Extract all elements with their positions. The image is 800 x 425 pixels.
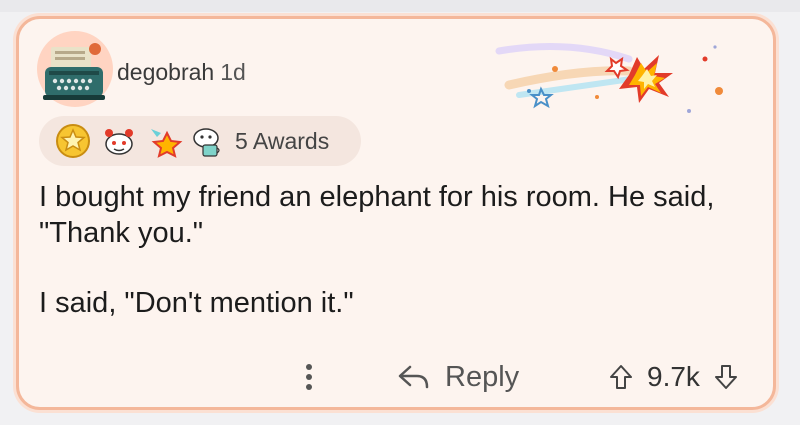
reply-label: Reply [445, 360, 520, 393]
awards-pill[interactable]: 5 Awards [39, 116, 361, 166]
top-strip [0, 0, 800, 12]
awards-count: 5 Awards [235, 128, 330, 154]
snoo-wholesome-award-icon [193, 128, 220, 157]
more-options-icon[interactable] [299, 357, 319, 397]
upvote-arrow-icon[interactable] [609, 364, 633, 390]
comment-body: I bought my friend an elephant for his r… [39, 179, 759, 355]
reply-button[interactable]: Reply [397, 357, 519, 397]
comment-age: 1d [220, 59, 246, 85]
shooting-star-banner [495, 43, 723, 113]
author-username[interactable]: degobrah [117, 59, 214, 85]
comment-actions: Reply 9.7k [19, 349, 773, 399]
comment-paragraph: I bought my friend an elephant for his r… [39, 181, 715, 249]
avatar[interactable] [35, 29, 115, 109]
vote-score: 9.7k [647, 361, 700, 392]
downvote-arrow-icon[interactable] [714, 364, 738, 390]
comment-paragraph: I said, "Don't mention it." [39, 287, 354, 319]
reply-arrow-icon [398, 365, 429, 389]
snoo-helpful-award-icon [105, 129, 133, 155]
comment-card: degobrah 1d 5 Awards I bought my friend … [16, 16, 776, 410]
gold-star-award-icon [56, 124, 90, 158]
comment-meta: degobrah 1d [117, 59, 246, 86]
rocket-star-award-icon [151, 129, 183, 158]
vote-controls: 9.7k [609, 357, 738, 397]
